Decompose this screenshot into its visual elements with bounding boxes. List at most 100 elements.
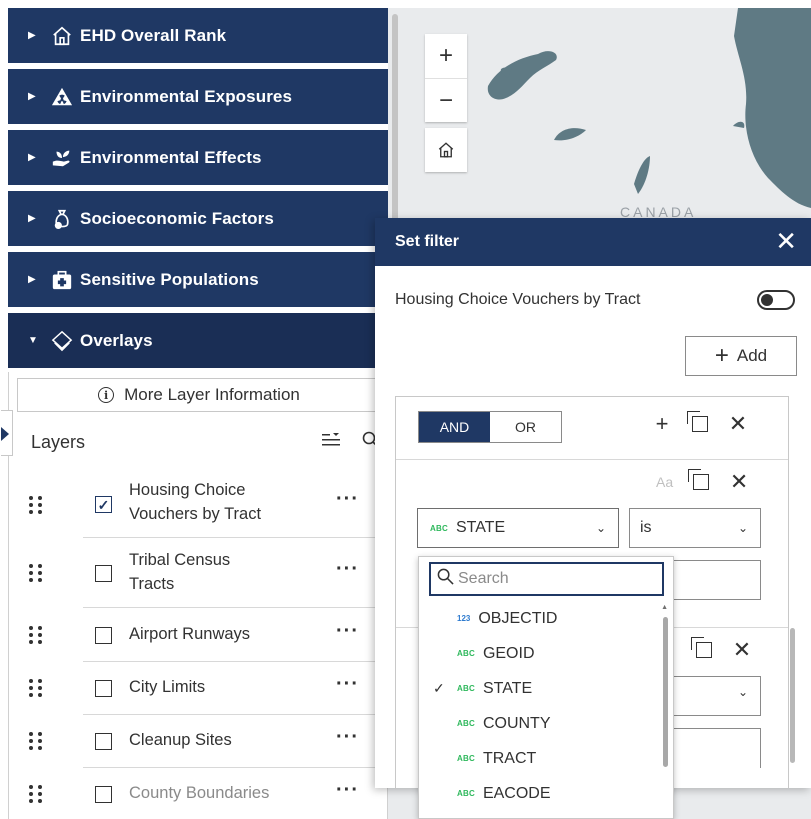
accordion-environmental-exposures[interactable]: ▶ Environmental Exposures	[8, 69, 388, 124]
zoom-in-button[interactable]: +	[425, 34, 467, 78]
layer-checkbox[interactable]: ✓	[95, 496, 112, 513]
case-sensitive-toggle[interactable]: Aa	[656, 474, 673, 490]
close-icon[interactable]: ✕	[775, 228, 797, 254]
number-type-icon: 123	[457, 614, 471, 623]
caret-right-icon: ▶	[28, 213, 36, 224]
add-button[interactable]: + Add	[685, 336, 797, 376]
field-option-label: COUNTY	[482, 714, 551, 732]
zoom-controls: + −	[425, 34, 467, 122]
layer-row[interactable]: Tribal Census Tracts ···	[9, 538, 387, 608]
delete-icon[interactable]: ✕	[728, 413, 748, 435]
home-button[interactable]	[425, 128, 467, 172]
layer-row[interactable]: Airport Runways ···	[9, 608, 387, 662]
delete-icon[interactable]: ✕	[732, 639, 752, 661]
dropdown-scrollbar[interactable]	[663, 617, 668, 767]
operator-select-2[interactable]: ⌄	[667, 676, 761, 716]
check-icon: ✓	[433, 680, 445, 696]
more-options-icon[interactable]: ···	[336, 488, 359, 511]
field-option-label: OBJECTID	[478, 609, 558, 627]
value-input-2[interactable]	[667, 728, 761, 768]
drag-handle-icon[interactable]	[29, 785, 43, 803]
accordion-socioeconomic-factors[interactable]: ▶ Socioeconomic Factors	[8, 191, 388, 246]
drag-handle-icon[interactable]	[29, 679, 43, 697]
field-select[interactable]: ABC STATE ⌄	[417, 508, 619, 548]
copy-icon[interactable]	[691, 637, 712, 658]
plus-icon: +	[714, 342, 729, 369]
hazard-icon	[44, 85, 80, 109]
accordion-environmental-effects[interactable]: ▶ Environmental Effects	[8, 130, 388, 185]
caret-right-icon: ▶	[28, 91, 36, 102]
chevron-down-icon: ⌄	[595, 521, 606, 535]
or-button[interactable]: OR	[490, 412, 561, 442]
operator-select[interactable]: is ⌄	[629, 508, 761, 548]
layer-checkbox[interactable]	[95, 733, 112, 750]
more-layer-information-button[interactable]: i More Layer Information	[17, 378, 381, 412]
accordion-overlays[interactable]: ▼ Overlays	[8, 313, 388, 368]
plant-hand-icon	[44, 146, 80, 170]
layers-icon	[44, 329, 80, 353]
field-option[interactable]: ABC EACODE	[419, 776, 665, 811]
accordion-label: EHD Overall Rank	[80, 25, 227, 45]
layer-checkbox[interactable]	[95, 786, 112, 803]
add-clause-icon[interactable]: +	[652, 413, 672, 435]
scroll-up-icon[interactable]: ▲	[661, 604, 668, 611]
text-type-icon: ABC	[457, 754, 475, 763]
text-type-icon: ABC	[457, 649, 475, 658]
more-options-icon[interactable]: ···	[336, 558, 359, 581]
layer-row[interactable]: City Limits ···	[9, 662, 387, 715]
field-option[interactable]: ABC COUNTY	[419, 706, 665, 741]
search-placeholder: Search	[458, 570, 509, 587]
accordion-panel: ▶ EHD Overall Rank ▶ Environmental Expos…	[8, 8, 388, 374]
and-button[interactable]: AND	[419, 412, 490, 442]
medical-kit-icon	[44, 268, 80, 292]
accordion-label: Environmental Effects	[80, 147, 262, 167]
collapse-panel-tab[interactable]	[1, 410, 13, 456]
field-option[interactable]: 123 OBJECTID	[419, 601, 665, 636]
accordion-label: Sensitive Populations	[80, 269, 259, 289]
dialog-scrollbar[interactable]	[790, 628, 795, 763]
accordion-sensitive-populations[interactable]: ▶ Sensitive Populations	[8, 252, 388, 307]
drag-handle-icon[interactable]	[29, 732, 43, 750]
accordion-label: Socioeconomic Factors	[80, 208, 274, 228]
search-icon	[437, 568, 454, 590]
field-option[interactable]: ABC GEOID	[419, 636, 665, 671]
layer-name: Cleanup Sites	[129, 731, 232, 749]
drag-handle-icon[interactable]	[29, 496, 43, 514]
layer-name: Airport Runways	[129, 625, 251, 643]
house-icon	[44, 24, 80, 48]
info-icon: i	[98, 387, 115, 403]
layer-checkbox[interactable]	[95, 565, 112, 582]
list-options-icon[interactable]	[321, 430, 341, 450]
layer-row[interactable]: Cleanup Sites ···	[9, 715, 387, 768]
accordion-ehd-overall-rank[interactable]: ▶ EHD Overall Rank	[8, 8, 388, 63]
delete-icon[interactable]: ✕	[729, 471, 749, 493]
drag-handle-icon[interactable]	[29, 564, 43, 582]
search-input[interactable]: Search	[429, 562, 664, 596]
drag-handle-icon[interactable]	[29, 626, 43, 644]
more-options-icon[interactable]: ···	[336, 620, 359, 643]
field-option[interactable]: ABC TRACT	[419, 741, 665, 776]
copy-icon[interactable]	[687, 411, 708, 432]
home-icon	[438, 142, 454, 158]
layer-row[interactable]: County Boundaries ···	[9, 768, 387, 819]
caret-down-icon: ▼	[28, 335, 38, 346]
more-options-icon[interactable]: ···	[336, 673, 359, 696]
dialog-header: Set filter ✕	[375, 218, 811, 266]
divider	[396, 459, 788, 460]
field-select-value: STATE	[455, 519, 506, 536]
layer-checkbox[interactable]	[95, 680, 112, 697]
copy-icon[interactable]	[688, 469, 710, 490]
caret-right-icon: ▶	[28, 30, 36, 41]
layer-row[interactable]: ✓ Housing Choice Vouchers by Tract ···	[9, 470, 387, 538]
field-option-selected[interactable]: ✓ ABC STATE	[419, 671, 665, 706]
filter-toggle[interactable]	[757, 290, 795, 310]
layer-name: County Boundaries	[129, 784, 270, 802]
layer-checkbox[interactable]	[95, 627, 112, 644]
layer-name: City Limits	[129, 678, 206, 696]
zoom-out-button[interactable]: −	[425, 78, 467, 122]
more-options-icon[interactable]: ···	[336, 779, 359, 802]
more-options-icon[interactable]: ···	[336, 726, 359, 749]
layers-header: Layers	[31, 430, 381, 454]
field-option-label: EACODE	[482, 784, 551, 802]
text-type-icon: ABC	[457, 684, 475, 693]
